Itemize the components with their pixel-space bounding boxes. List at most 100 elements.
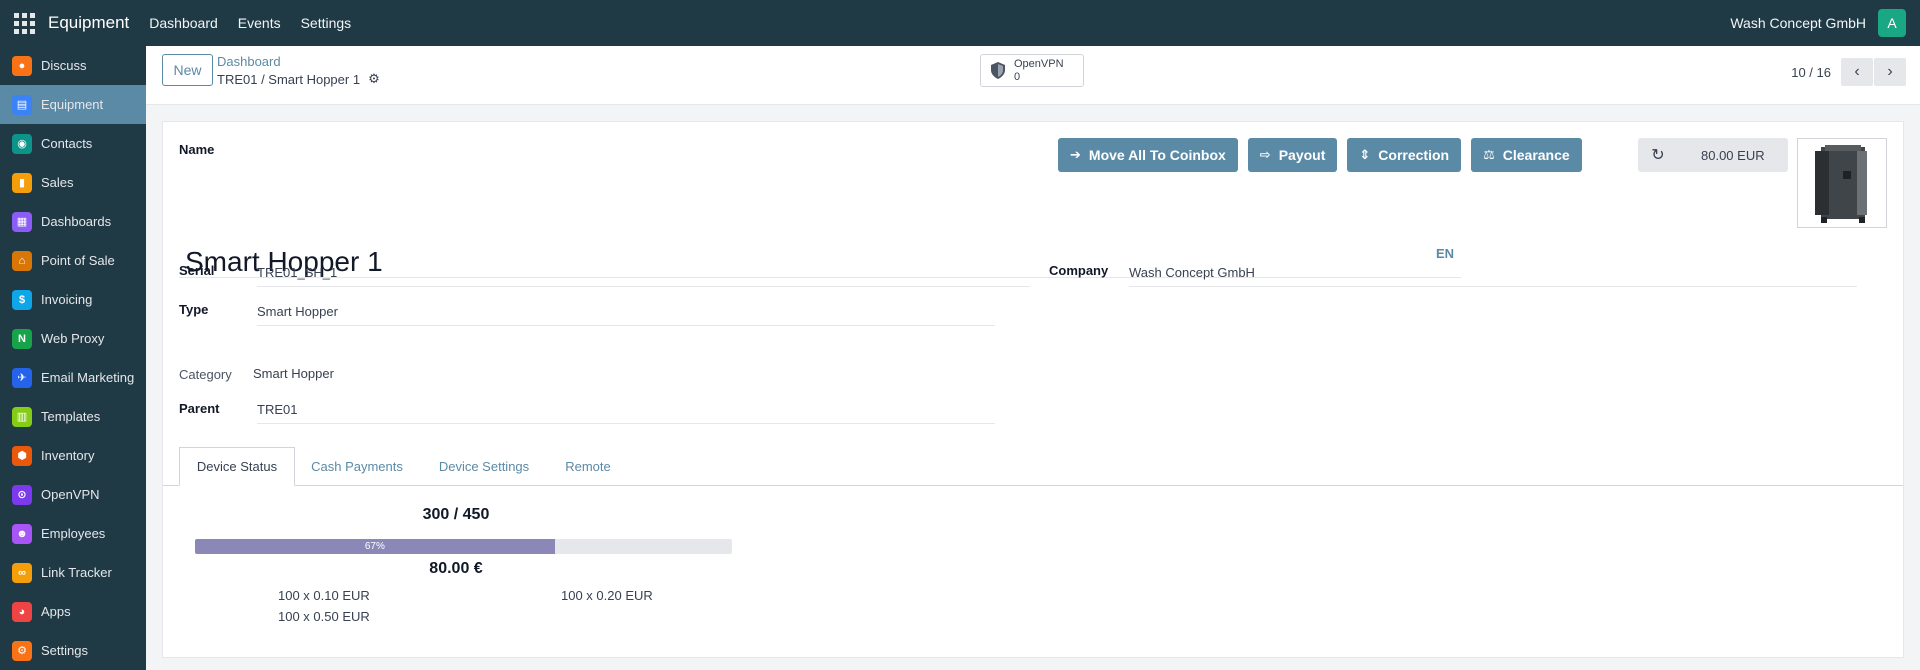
sign-out-icon: ⇨: [1259, 147, 1271, 162]
gear-icon[interactable]: ⚙: [368, 71, 380, 87]
correction-button[interactable]: ⇕ Correction: [1347, 138, 1462, 172]
app-title[interactable]: Equipment: [48, 13, 129, 33]
serial-field[interactable]: TRE01_SH_1: [257, 265, 1030, 287]
company-field[interactable]: Wash Concept GmbH: [1129, 265, 1857, 287]
clearance-label: Clearance: [1502, 147, 1570, 163]
shield-icon: [991, 62, 1005, 79]
sidebar-item-dashboards[interactable]: ▦ Dashboards: [0, 202, 146, 241]
openvpn-icon: ⊙: [12, 484, 32, 505]
menu-settings[interactable]: Settings: [301, 15, 352, 31]
move-all-to-coinbox-button[interactable]: ➔ Move All To Coinbox: [1058, 138, 1238, 172]
fill-progress-bar: 67%: [195, 539, 732, 554]
breadcrumb-current-label: TRE01 / Smart Hopper 1: [217, 71, 361, 87]
coin-line-020: 100 x 0.20 EUR: [561, 588, 653, 603]
payout-button[interactable]: ⇨ Payout: [1247, 138, 1338, 172]
tab-device-status[interactable]: Device Status: [179, 447, 295, 486]
coin-line-010: 100 x 0.10 EUR: [278, 588, 370, 603]
cash-amount: 80.00 €: [429, 560, 483, 577]
templates-icon: ▥: [12, 406, 32, 427]
link-tracker-icon: ∞: [12, 562, 32, 583]
sidebar-item-label: Employees: [41, 526, 106, 541]
tab-remote[interactable]: Remote: [549, 447, 627, 486]
web-proxy-icon: N: [12, 328, 32, 349]
sidebar-item-equipment[interactable]: ▤ Equipment: [0, 85, 146, 124]
sidebar-item-label: Link Tracker: [41, 565, 112, 580]
sidebar-item-openvpn[interactable]: ⊙ OpenVPN: [0, 475, 146, 514]
inventory-icon: ⬢: [12, 445, 32, 466]
pager-value[interactable]: 10 / 16: [1791, 65, 1831, 80]
sidebar-item-label: Equipment: [41, 97, 104, 112]
type-field[interactable]: Smart Hopper: [257, 304, 995, 326]
sidebar-item-employees[interactable]: ☻ Employees: [0, 514, 146, 553]
company-switcher[interactable]: Wash Concept GmbH: [1730, 15, 1866, 31]
language-button[interactable]: EN: [1436, 246, 1454, 261]
top-menu: Dashboard Events Settings: [149, 15, 371, 31]
payout-label: Payout: [1278, 147, 1326, 163]
parent-field[interactable]: TRE01: [257, 402, 995, 424]
discuss-icon: ●: [12, 55, 32, 76]
balance-box: ↻ 80.00 EUR: [1638, 138, 1788, 172]
sidebar-item-label: Sales: [41, 175, 74, 190]
tab-cash-payments[interactable]: Cash Payments: [295, 447, 419, 486]
refresh-icon[interactable]: ↻: [1638, 145, 1678, 165]
parent-label: Parent: [179, 401, 220, 416]
sidebar-item-label: Inventory: [41, 448, 95, 463]
sidebar-item-web-proxy[interactable]: N Web Proxy: [0, 319, 146, 358]
sidebar-item-label: Point of Sale: [41, 253, 115, 268]
sidebar-item-templates[interactable]: ▥ Templates: [0, 397, 146, 436]
sidebar-item-link-tracker[interactable]: ∞ Link Tracker: [0, 553, 146, 592]
balance-scale-icon: ⚖: [1483, 147, 1495, 162]
sidebar-item-label: Web Proxy: [41, 331, 105, 346]
user-avatar[interactable]: A: [1878, 9, 1906, 37]
balance-value: 80.00 EUR: [1701, 147, 1765, 163]
sidebar-item-sales[interactable]: ▮ Sales: [0, 163, 146, 202]
apps-store-icon: ◕: [12, 601, 32, 622]
device-status-panel: 300 / 450 67% 80.00 € 100 x 0.10 EUR 100…: [163, 486, 1903, 657]
openvpn-count: 0: [1014, 70, 1021, 83]
sidebar-item-contacts[interactable]: ◉ Contacts: [0, 124, 146, 163]
invoicing-icon: $: [12, 289, 32, 310]
menu-events[interactable]: Events: [238, 15, 281, 31]
pager-previous-button[interactable]: ‹: [1841, 58, 1873, 86]
top-navbar: Equipment Dashboard Events Settings Wash…: [0, 0, 1920, 46]
category-field: Smart Hopper: [253, 366, 334, 381]
sales-icon: ▮: [12, 172, 32, 193]
email-marketing-icon: ✈: [12, 367, 32, 388]
notebook-tabs: Device Status Cash Payments Device Setti…: [163, 447, 1903, 486]
sidebar: ● Discuss ▤ Equipment ◉ Contacts ▮ Sales ▦ Da…: [0, 46, 146, 670]
apps-menu-icon[interactable]: [12, 11, 36, 35]
header-buttons: ➔ Move All To Coinbox ⇨ Payout ⇕ Correction…: [1058, 138, 1592, 172]
coin-line-050: 100 x 0.50 EUR: [278, 609, 370, 624]
openvpn-smart-button[interactable]: OpenVPN 0: [980, 54, 1084, 87]
sidebar-item-label: Discuss: [41, 58, 87, 73]
tab-device-settings[interactable]: Device Settings: [419, 447, 549, 486]
sidebar-item-label: Settings: [41, 643, 88, 658]
move-all-label: Move All To Coinbox: [1088, 147, 1226, 163]
sidebar-item-settings[interactable]: ⚙ Settings: [0, 631, 146, 670]
correction-label: Correction: [1378, 147, 1450, 163]
menu-dashboard[interactable]: Dashboard: [149, 15, 218, 31]
chevron-left-icon: ‹: [1854, 63, 1860, 80]
company-label: Company: [1049, 263, 1109, 278]
sort-icon: ⇕: [1359, 147, 1371, 162]
sidebar-item-label: Apps: [41, 604, 71, 619]
category-label: Category: [179, 367, 232, 382]
sidebar-item-apps[interactable]: ◕ Apps: [0, 592, 146, 631]
point-of-sale-icon: ⌂: [12, 250, 32, 271]
sidebar-item-inventory[interactable]: ⬢ Inventory: [0, 436, 146, 475]
sidebar-item-email-marketing[interactable]: ✈ Email Marketing: [0, 358, 146, 397]
fill-count: 300 / 450: [422, 506, 490, 523]
new-button[interactable]: New: [162, 54, 213, 86]
sidebar-item-invoicing[interactable]: $ Invoicing: [0, 280, 146, 319]
sidebar-item-discuss[interactable]: ● Discuss: [0, 46, 146, 85]
sidebar-item-point-of-sale[interactable]: ⌂ Point of Sale: [0, 241, 146, 280]
name-label: Name: [179, 142, 215, 157]
sidebar-item-label: Dashboards: [41, 214, 112, 229]
breadcrumb-dashboard-link[interactable]: Dashboard: [217, 54, 380, 69]
control-panel: New Dashboard TRE01 / Smart Hopper 1 ⚙ O…: [146, 46, 1920, 105]
pager-next-button[interactable]: ›: [1874, 58, 1906, 86]
sidebar-item-label: Contacts: [41, 136, 93, 151]
device-image[interactable]: [1797, 138, 1887, 228]
breadcrumb: Dashboard TRE01 / Smart Hopper 1 ⚙: [217, 54, 380, 87]
clearance-button[interactable]: ⚖ Clearance: [1471, 138, 1582, 172]
